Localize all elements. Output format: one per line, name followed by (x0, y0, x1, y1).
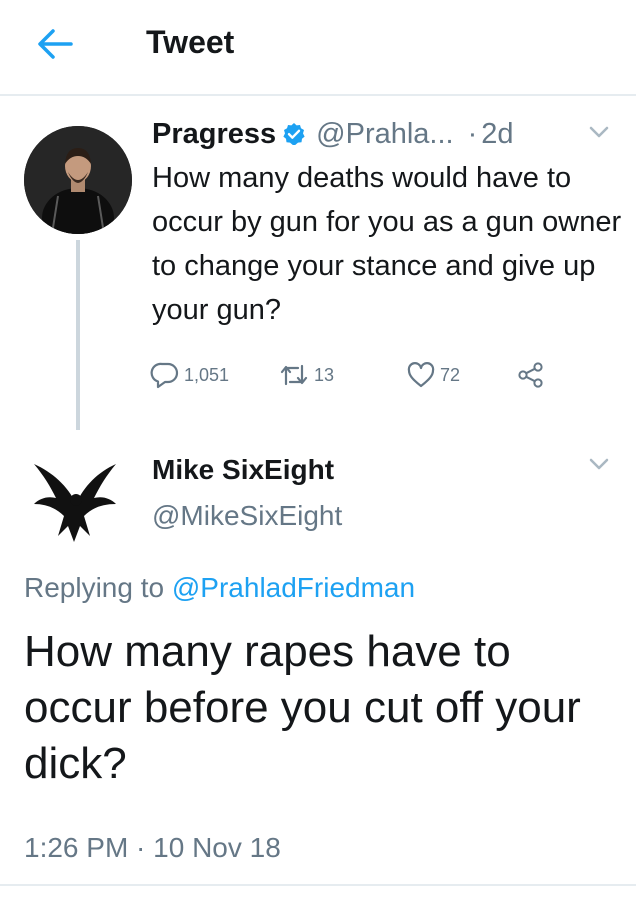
author-handle[interactable]: @Prahla... (316, 118, 453, 151)
chevron-down-icon[interactable] (588, 456, 610, 477)
top-bar: Tweet (0, 0, 636, 96)
divider (0, 884, 636, 886)
thread-line (76, 240, 80, 430)
page-title: Tweet (146, 24, 235, 60)
replying-prefix: Replying to (24, 572, 165, 603)
replying-to: Replying to @PrahladFriedman (24, 570, 415, 606)
avatar[interactable] (28, 446, 124, 546)
verified-badge-icon (282, 122, 306, 146)
chevron-down-icon[interactable] (588, 124, 610, 145)
like-button[interactable]: 72 (406, 361, 516, 389)
tweet-time[interactable]: 2d (481, 118, 513, 151)
reply-icon (150, 362, 179, 389)
like-icon (407, 362, 435, 388)
tweet-timestamp[interactable]: 1:26 PM · 10 Nov 18 (24, 830, 281, 866)
share-icon (518, 362, 543, 388)
tweet-text: How many deaths would have to occur by g… (152, 162, 622, 326)
share-button[interactable] (516, 361, 546, 389)
like-count: 72 (440, 364, 461, 385)
author-handle[interactable]: @MikeSixEight (152, 498, 342, 534)
tweet-text: How many rapes have to occur before you … (24, 627, 581, 788)
tweet-header: Pragress @Prahla... · 2d (152, 114, 514, 154)
reply-count: 1,051 (184, 364, 230, 385)
avatar[interactable] (24, 126, 132, 234)
tweet-actions: 1,051 13 72 (150, 358, 546, 392)
reply-button[interactable]: 1,051 (150, 361, 278, 389)
back-button[interactable] (30, 22, 80, 66)
replying-mention-link[interactable]: @PrahladFriedman (172, 572, 415, 603)
retweet-icon (280, 364, 308, 386)
author-name[interactable]: Mike SixEight (152, 452, 334, 488)
arrow-left-icon (38, 29, 73, 59)
author-name[interactable]: Pragress (152, 118, 276, 151)
separator-dot: · (467, 117, 478, 150)
retweet-count: 13 (314, 364, 335, 385)
retweet-button[interactable]: 13 (278, 362, 406, 388)
